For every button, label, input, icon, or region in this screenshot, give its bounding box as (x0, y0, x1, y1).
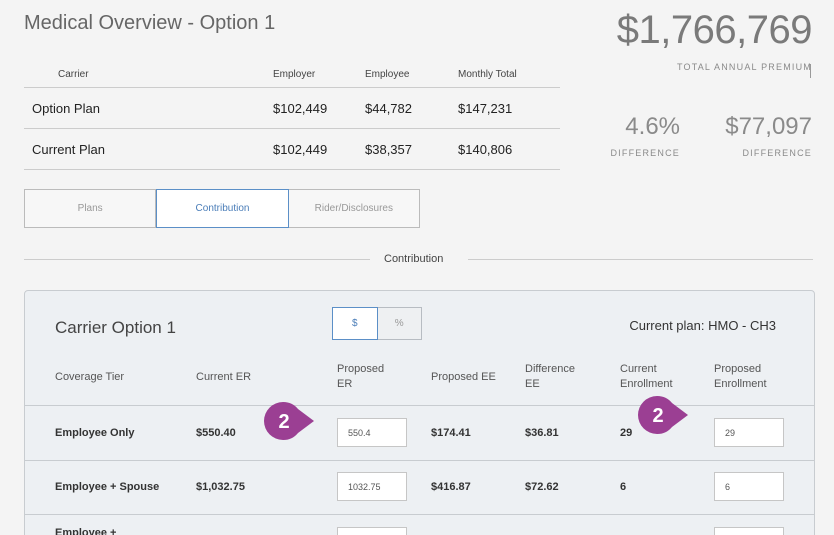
difference-ee-value: $72.62 (525, 481, 559, 493)
current-plan-label: Current plan: HMO - CH3 (629, 318, 776, 333)
summary-col-monthly-total: Monthly Total (458, 69, 517, 80)
total-premium-label: TOTAL ANNUAL PREMIUM (676, 62, 812, 72)
current-enrollment-value: 29 (620, 427, 633, 439)
col-header-text: Enrollment (714, 378, 767, 390)
proposed-enrollment-input[interactable]: 29 (714, 418, 784, 447)
col-coverage-tier: Coverage Tier (55, 370, 124, 385)
summary-col-employee: Employee (365, 69, 410, 80)
tier-label: Employee + Spouse (55, 481, 160, 493)
summary-cell: $38,357 (365, 142, 412, 157)
section-tabs: Plans Contribution Rider/Disclosures (24, 189, 420, 228)
col-header-text: ER (337, 378, 353, 390)
col-proposed-ee: Proposed EE (431, 370, 496, 385)
row-separator (25, 514, 814, 515)
toggle-dollar-button[interactable]: $ (332, 307, 378, 340)
col-header-text: Current (620, 363, 657, 375)
current-er-value: $550.40 (196, 427, 236, 439)
card-title: Carrier Option 1 (55, 318, 176, 337)
summary-cell: $147,231 (458, 101, 513, 116)
col-current-enrollment: Current Enrollment (620, 362, 673, 392)
col-proposed-er: Proposed ER (337, 362, 384, 392)
col-header-text: Enrollment (620, 378, 673, 390)
col-header-text: Proposed (714, 363, 762, 375)
tab-plans[interactable]: Plans (25, 190, 157, 227)
tier-label: Employee + (55, 527, 117, 535)
total-premium-value: $1,766,769 (616, 8, 813, 52)
summary-header-row: Carrier Employer Employee Monthly Total (24, 62, 560, 88)
col-current-er: Current ER (196, 370, 251, 385)
col-difference-ee: Difference EE (525, 362, 575, 392)
page-title: Medical Overview - Option 1 (24, 12, 276, 34)
section-divider-left (24, 259, 370, 260)
difference-percent-label: DIFFERENCE (610, 148, 680, 158)
current-er-value: $1,032.75 (196, 481, 245, 493)
summary-cell: Current Plan (32, 142, 105, 157)
summary-cell: $102,449 (273, 142, 328, 157)
tier-label: Employee Only (55, 427, 135, 439)
summary-row-current-plan: Current Plan $102,449 $38,357 $140,806 (24, 129, 560, 170)
proposed-er-input[interactable] (337, 527, 407, 535)
row-separator (25, 460, 814, 461)
proposed-ee-value: $174.41 (431, 427, 471, 439)
difference-ee-value: $36.81 (525, 427, 559, 439)
section-label: Contribution (384, 253, 444, 265)
current-enrollment-value: 6 (620, 481, 627, 493)
proposed-er-input[interactable]: 550.4 (337, 418, 407, 447)
difference-amount-label: DIFFERENCE (742, 148, 812, 158)
proposed-ee-value: $416.87 (431, 481, 471, 493)
summary-col-carrier: Carrier (58, 69, 89, 80)
summary-cell: $44,782 (365, 101, 412, 116)
summary-cell: $102,449 (273, 101, 328, 116)
divider-tick (810, 64, 811, 78)
toggle-percent-button[interactable]: % (378, 308, 422, 339)
summary-col-employer: Employer (273, 69, 316, 80)
proposed-enrollment-input[interactable]: 6 (714, 472, 784, 501)
col-header-text: EE (525, 378, 540, 390)
callout-badge: 2 (638, 395, 688, 435)
section-divider-right (468, 259, 813, 260)
summary-table: Carrier Employer Employee Monthly Total … (24, 62, 560, 170)
col-header-text: Proposed (337, 363, 385, 375)
callout-number: 2 (278, 411, 289, 433)
col-header-text: Proposed EE (431, 371, 496, 383)
col-header-text: Current ER (196, 371, 252, 383)
summary-row-option-plan: Option Plan $102,449 $44,782 $147,231 (24, 88, 560, 129)
col-proposed-enrollment: Proposed Enrollment (714, 362, 767, 392)
row-separator (25, 405, 814, 406)
col-header-text: Difference (525, 363, 575, 375)
summary-cell: Option Plan (32, 101, 100, 116)
unit-toggle: $ % (332, 307, 422, 340)
col-header-text: Coverage Tier (55, 371, 125, 383)
tab-contribution[interactable]: Contribution (156, 189, 289, 228)
carrier-option-card: Carrier Option 1 $ % Current plan: HMO -… (24, 290, 815, 535)
proposed-enrollment-input[interactable] (714, 527, 784, 535)
summary-cell: $140,806 (458, 142, 513, 157)
tab-rider-disclosures[interactable]: Rider/Disclosures (289, 190, 419, 227)
difference-amount-value: $77,097 (725, 113, 812, 140)
proposed-er-input[interactable]: 1032.75 (337, 472, 407, 501)
callout-number: 2 (652, 405, 663, 427)
difference-percent-value: 4.6% (625, 113, 680, 140)
callout-badge: 2 (264, 401, 314, 441)
